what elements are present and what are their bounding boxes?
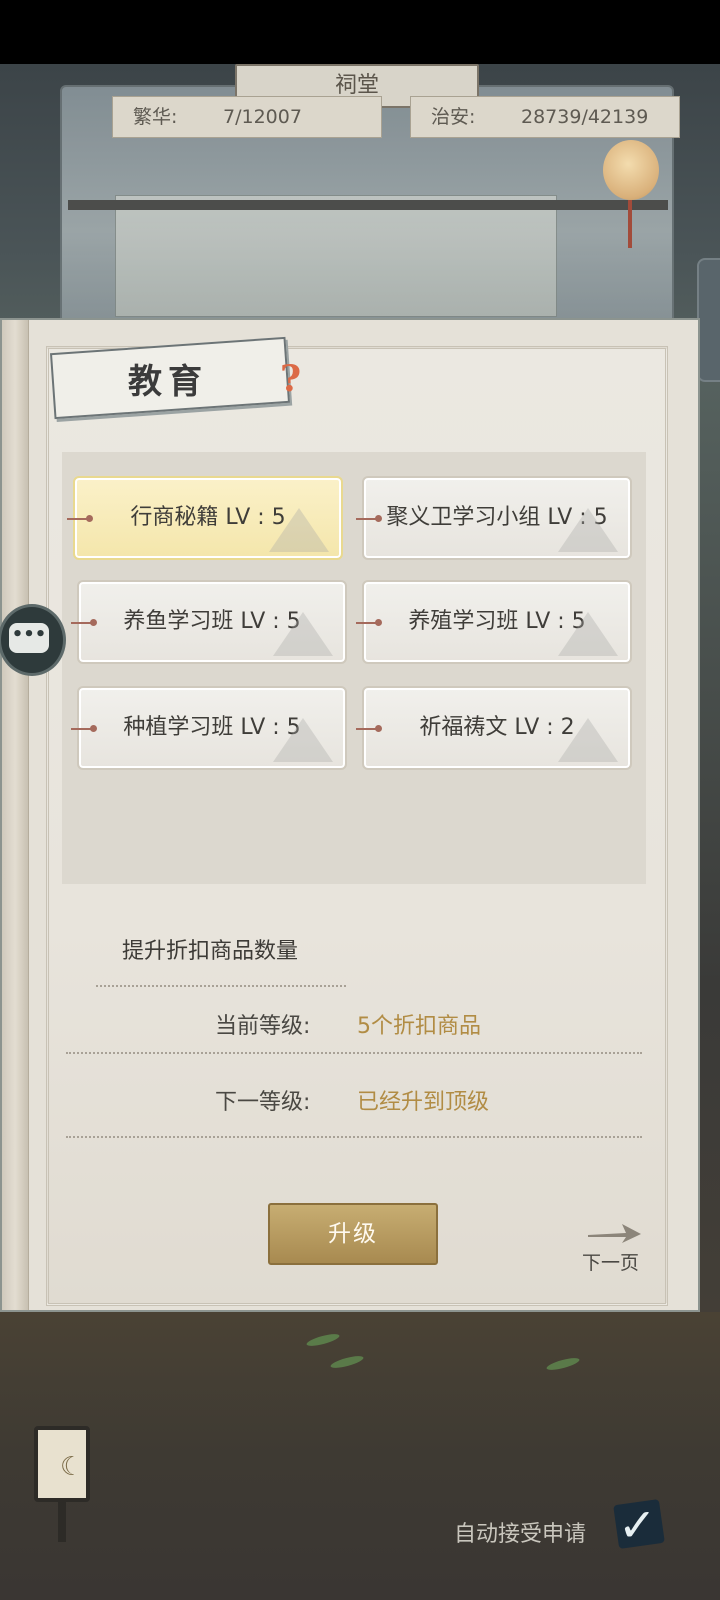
book-spine [2, 320, 29, 1310]
security-value: 28739/42139 [521, 106, 649, 128]
divider [66, 1136, 642, 1139]
panel-title: 教育 [128, 362, 208, 402]
side-panel-tab[interactable] [697, 258, 720, 382]
mountain-decoration [269, 508, 329, 552]
skill-label: 行商秘籍 LV : 5 [130, 505, 286, 530]
chat-dots-icon: ••• [9, 623, 49, 653]
current-level-value: 5个折扣商品 [357, 1014, 481, 1039]
lantern-icon [603, 140, 659, 200]
skill-card-merchant-secrets[interactable]: 行商秘籍 LV : 5 [67, 476, 343, 560]
skill-connector [356, 619, 382, 626]
current-level-label: 当前等级: [215, 1014, 311, 1039]
skill-label: 祈福祷文 LV : 2 [419, 715, 575, 740]
auto-accept-label: 自动接受申请 [454, 1522, 587, 1547]
status-bar [0, 0, 720, 64]
next-level-label: 下一等级: [215, 1090, 311, 1115]
background-pole [68, 200, 668, 210]
next-page-arrow-icon[interactable] [586, 1222, 642, 1244]
mountain-decoration [558, 508, 618, 552]
checkmark-icon: ✓ [618, 1498, 657, 1552]
prosperity-label: 繁华: [133, 106, 178, 128]
upgrade-button[interactable]: 升级 [268, 1203, 438, 1265]
mountain-decoration [558, 718, 618, 762]
mountain-decoration [558, 612, 618, 656]
security-stat: 治安: 28739/42139 [410, 96, 680, 138]
skill-card-prayer[interactable]: 祈福祷文 LV : 2 [356, 686, 632, 770]
skill-card-planting[interactable]: 种植学习班 LV : 5 [71, 686, 347, 770]
skill-connector [356, 725, 382, 732]
prosperity-stat: 繁华: 7/12007 [112, 96, 382, 138]
skill-card-fish-farming[interactable]: 养鱼学习班 LV : 5 [71, 580, 347, 664]
skill-card-livestock[interactable]: 养殖学习班 LV : 5 [356, 580, 632, 664]
security-label: 治安: [431, 106, 476, 128]
lamp-post [58, 1502, 66, 1542]
skill-connector [71, 725, 97, 732]
skill-connector [71, 619, 97, 626]
lantern-tassel [628, 200, 632, 248]
next-page-link[interactable]: 下一页 [582, 1248, 639, 1275]
mountain-decoration [273, 718, 333, 762]
skill-description: 提升折扣商品数量 [122, 939, 299, 964]
skill-connector [67, 515, 93, 522]
chat-bubble-icon[interactable]: ••• [0, 604, 66, 676]
mountain-decoration [273, 612, 333, 656]
background-scroll [115, 195, 557, 317]
skill-connector [356, 515, 382, 522]
prosperity-value: 7/12007 [223, 106, 302, 128]
next-level-value: 已经升到顶级 [357, 1090, 490, 1115]
divider [66, 1052, 642, 1055]
help-icon[interactable]: ? [280, 358, 301, 400]
skill-card-guard-study-group[interactable]: 聚义卫学习小组 LV : 5 [356, 476, 632, 560]
divider [96, 985, 346, 988]
moon-icon: ☾ [60, 1452, 84, 1482]
